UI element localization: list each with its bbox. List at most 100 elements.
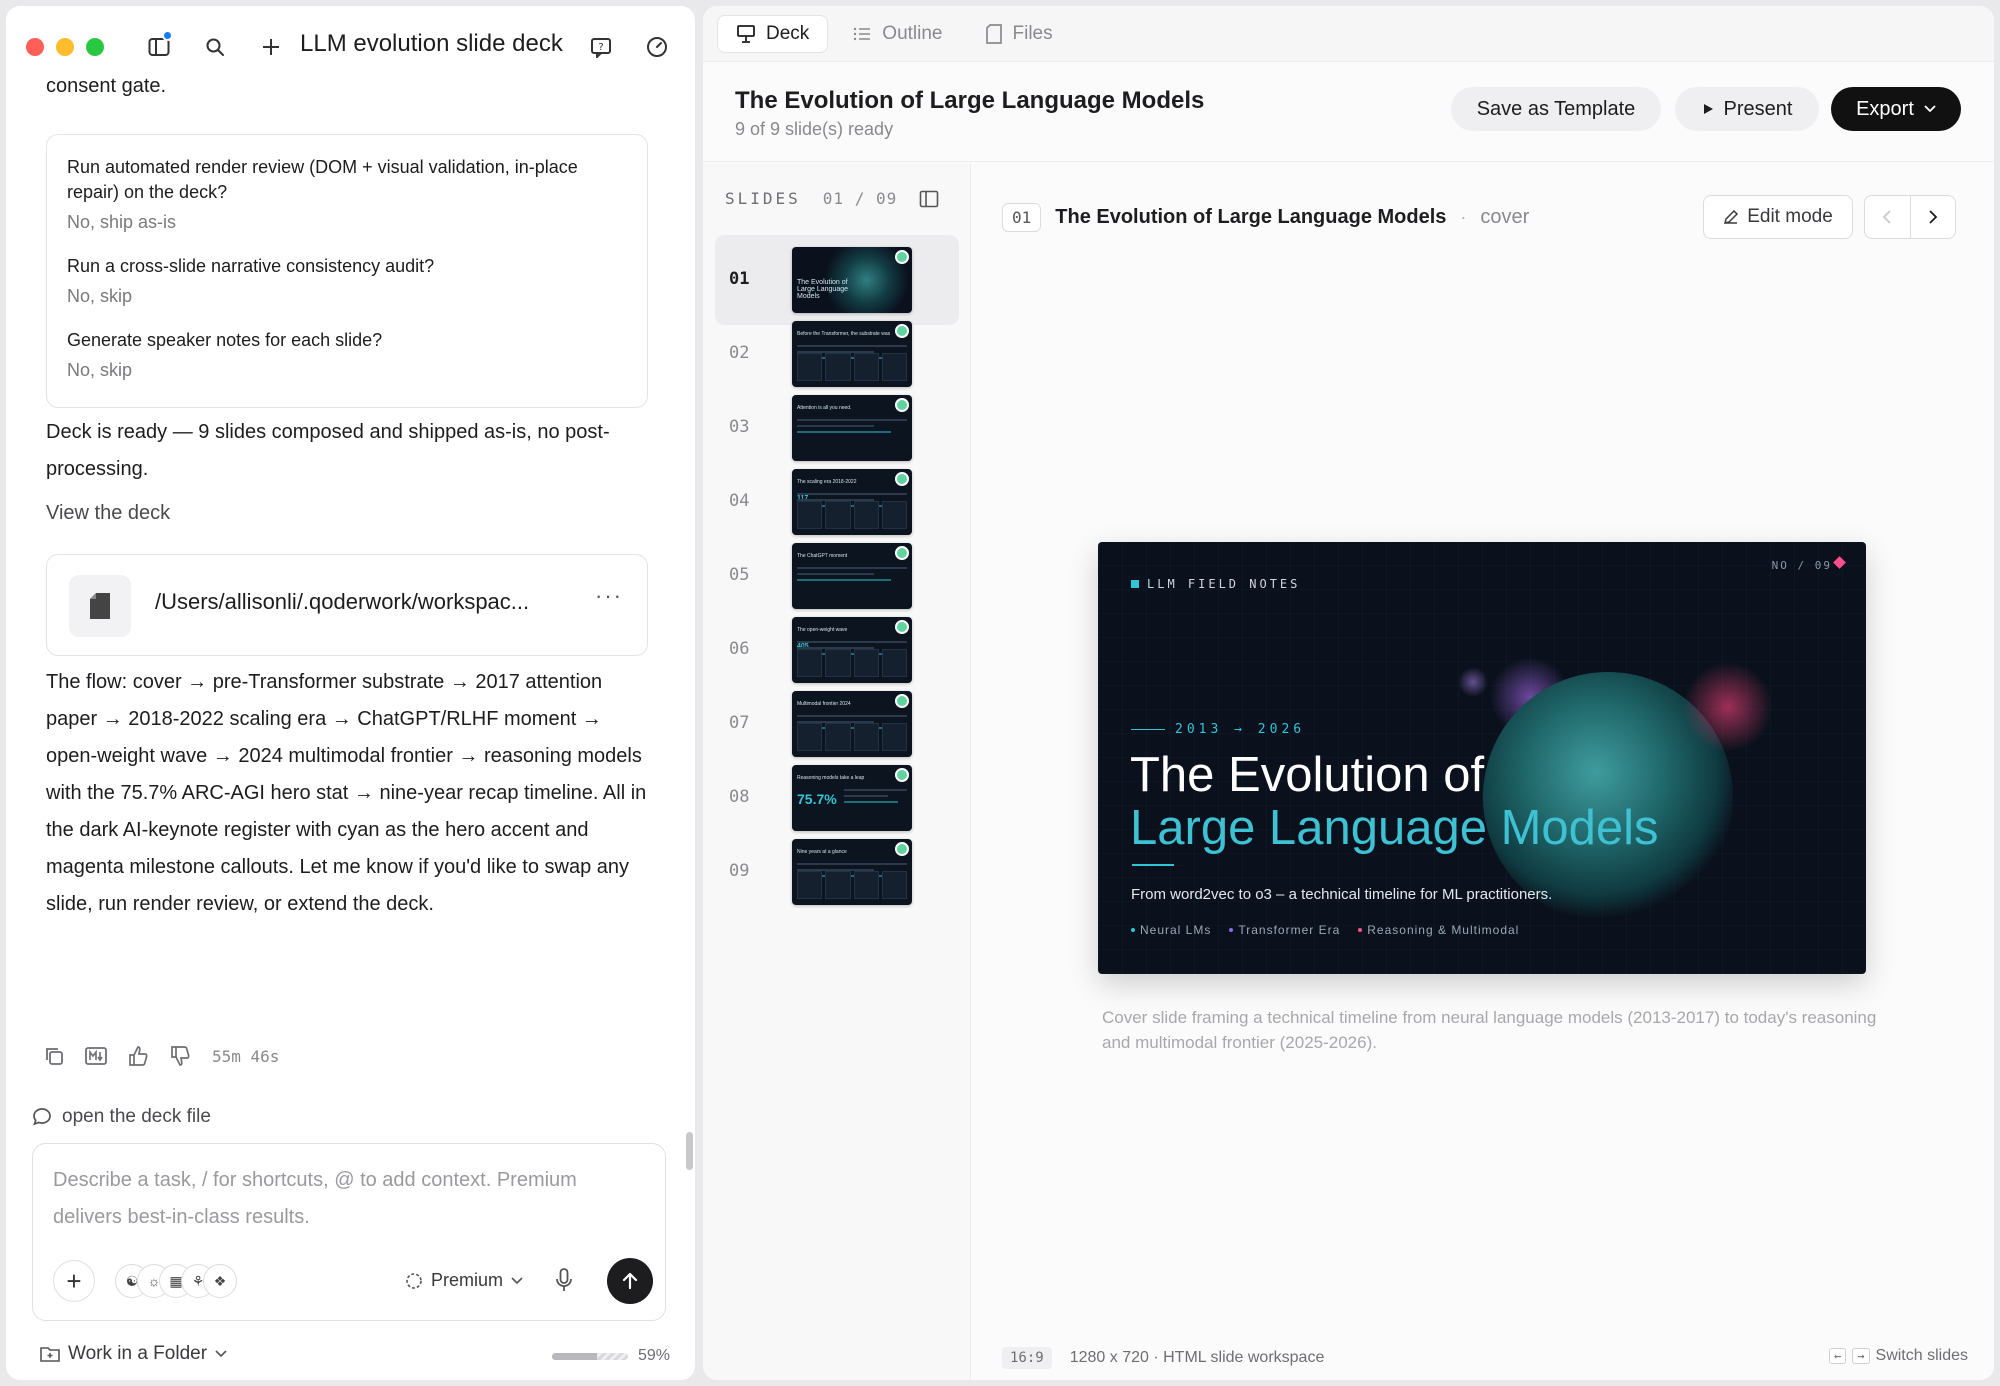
tab-files[interactable]: Files — [967, 15, 1071, 53]
tag-dot-icon — [1229, 928, 1234, 932]
slide-tags: Neural LMs Transformer Era Reasoning & Mul… — [1131, 923, 1519, 937]
previous-message-fragment: consent gate. — [46, 75, 167, 97]
view-deck-link[interactable]: View the deck — [46, 502, 170, 525]
thumbs-up-icon[interactable] — [126, 1044, 150, 1068]
app-title: LLM evolution slide deck — [300, 30, 563, 57]
rail-header: SLIDES 01 / 09 — [725, 189, 939, 208]
thumbnail-lines — [797, 567, 907, 603]
slide-title-line-1: The Evolution of — [1130, 748, 1485, 802]
slide-brand-label: LLM FIELD NOTES — [1147, 577, 1301, 591]
thumbnail-image: Reasoning models take a leap 75.7% — [792, 765, 912, 831]
thumbnail-image: Multimodal frontier 2024 — [792, 691, 912, 757]
message-input[interactable] — [53, 1162, 643, 1242]
thumbnail-title: The ChatGPT moment — [797, 553, 848, 559]
thumbnail-image: The open-weight wave405 — [792, 617, 912, 683]
list-icon — [854, 27, 871, 40]
next-slide-button[interactable] — [1911, 196, 1956, 238]
save-as-template-button[interactable]: Save as Template — [1451, 87, 1661, 131]
copy-icon[interactable] — [42, 1044, 66, 1068]
thumbnail-columns — [797, 871, 907, 899]
file-icon — [985, 23, 1002, 44]
deck-file-card[interactable]: /Users/allisonli/.qoderwork/workspac... … — [46, 554, 648, 656]
svg-text:?: ? — [598, 42, 603, 53]
thumbnail-title: The open-weight wave — [797, 627, 848, 633]
thumbnail-number: 08 — [729, 787, 750, 807]
tool-icon[interactable]: ❖ — [203, 1264, 237, 1298]
title-underline — [1132, 864, 1174, 866]
answer-text: No, ship as-is — [67, 212, 177, 232]
chat-transcript: consent gate. Run automated render revie… — [6, 72, 695, 1170]
model-selector[interactable]: Premium — [405, 1270, 523, 1291]
slide-tag: Neural LMs — [1131, 923, 1211, 937]
model-label: Premium — [431, 1270, 504, 1290]
thumbnail-number: 04 — [729, 491, 750, 511]
left-arrow-key-icon: ← — [1829, 1348, 1847, 1364]
edit-mode-button[interactable]: Edit mode — [1703, 195, 1853, 239]
notification-dot — [162, 30, 173, 41]
slide-years-label: 2013 → 2026 — [1175, 722, 1306, 737]
message-actions: 55m 46s — [42, 1044, 279, 1068]
tab-outline[interactable]: Outline — [834, 15, 960, 53]
chat-scrollbar[interactable] — [686, 1132, 693, 1170]
usage-bar-fill — [552, 1352, 597, 1360]
edit-mode-label: Edit mode — [1747, 206, 1833, 227]
slide-counter: NO / 09 — [1771, 559, 1832, 572]
thumbs-down-icon[interactable] — [168, 1044, 192, 1068]
deck-title: The Evolution of Large Language Models — [735, 87, 1205, 114]
thumbnail-image: The scaling era 2018-2022117 — [792, 469, 912, 535]
feedback-icon[interactable]: ? — [586, 32, 616, 62]
sidebar-toggle-icon[interactable] — [144, 30, 174, 62]
deck-header: The Evolution of Large Language Models 9… — [703, 63, 1994, 162]
ready-check-icon — [895, 546, 909, 560]
deck-ready-message: Deck is ready — 9 slides composed and sh… — [46, 421, 610, 480]
search-icon[interactable] — [200, 32, 230, 62]
chevron-right-icon — [1929, 210, 1938, 224]
thumbnail-title: Attention is all you need. — [797, 405, 852, 411]
thumbnail-title: Multimodal frontier 2024 — [797, 701, 851, 707]
folder-icon — [40, 1347, 60, 1362]
slide-tag: Reasoning & Multimodal — [1358, 923, 1519, 937]
arrow-up-icon — [622, 1272, 638, 1290]
qa-item: Generate speaker notes for each slide? N… — [67, 328, 627, 381]
thumbnail-title: Reasoning models take a leap — [797, 775, 865, 781]
slide-thumbnail-09[interactable]: 09 Nine years at a glance — [715, 827, 959, 917]
decorative-orb — [1683, 662, 1773, 752]
ready-check-icon — [895, 842, 909, 856]
suggestion-chip[interactable]: open the deck file — [32, 1106, 211, 1128]
zoom-window-button[interactable] — [86, 38, 104, 56]
tab-deck[interactable]: Deck — [717, 14, 829, 53]
minimize-window-button[interactable] — [56, 38, 74, 56]
tool-stack[interactable]: ☯ ☼ ▦ ⚘ ❖ — [115, 1264, 237, 1298]
workspace-selector[interactable]: Work in a Folder — [40, 1343, 227, 1365]
markdown-icon[interactable] — [84, 1044, 108, 1068]
chat-bubble-icon — [33, 1108, 51, 1126]
answer-text: No, skip — [67, 286, 133, 306]
slide-preview[interactable]: LLM FIELD NOTES NO / 09 2013 → 2026 The … — [1098, 542, 1866, 974]
collapse-rail-icon[interactable] — [919, 190, 939, 208]
present-button[interactable]: Present — [1675, 87, 1819, 131]
close-window-button[interactable] — [26, 38, 44, 56]
thumbnail-number: 06 — [729, 639, 750, 659]
microphone-icon[interactable] — [555, 1268, 573, 1297]
chevron-down-icon — [215, 1350, 227, 1358]
slide-number-chip: 01 — [1002, 203, 1042, 232]
brand-square-icon — [1131, 580, 1139, 588]
decorative-orb — [1458, 667, 1488, 697]
more-options-icon[interactable]: ··· — [595, 583, 623, 609]
slide-rail: SLIDES 01 / 09 01 The Evolution of Large … — [703, 163, 971, 1380]
suggestion-text: open the deck file — [62, 1106, 211, 1127]
attach-button[interactable]: + — [53, 1260, 95, 1302]
thumbnail-title: The Evolution of Large Language Models — [797, 279, 848, 300]
usage-gauge-icon[interactable] — [642, 32, 672, 62]
thumbnail-lines — [797, 419, 907, 455]
send-button[interactable] — [607, 1258, 653, 1304]
ready-check-icon — [895, 324, 909, 338]
previous-slide-button[interactable] — [1865, 196, 1911, 238]
new-chat-icon[interactable] — [256, 32, 286, 62]
export-button[interactable]: Export — [1831, 87, 1961, 131]
thumbnail-image: The Evolution of Large Language Models — [792, 247, 912, 313]
usage-label: 59% — [638, 1347, 671, 1364]
tab-label: Deck — [766, 22, 810, 44]
file-icon — [69, 575, 131, 637]
chevron-down-icon — [1924, 105, 1936, 113]
